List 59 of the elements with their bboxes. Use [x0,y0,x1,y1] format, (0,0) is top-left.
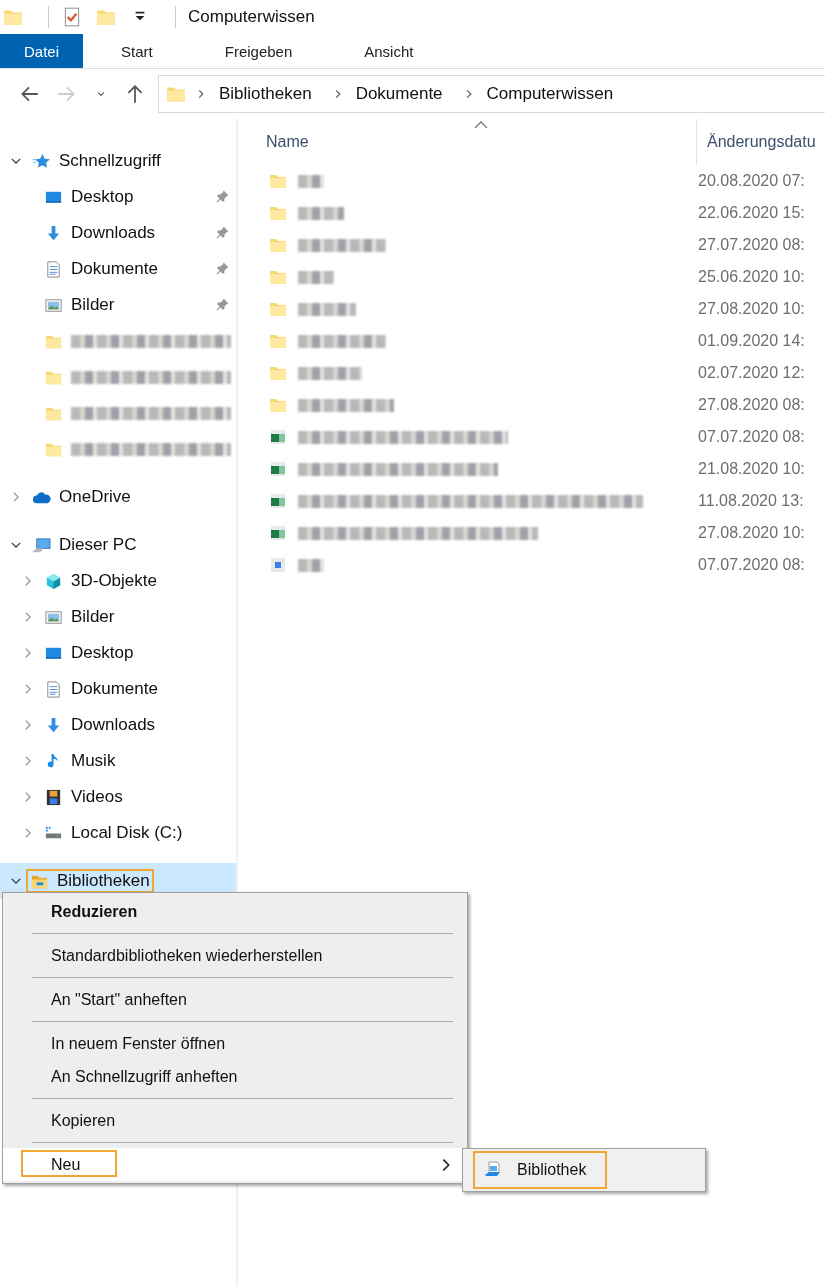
date-cell: 27.08.2020 10: [698,524,805,542]
film-strip-icon [44,787,63,807]
date-cell: 27.08.2020 08: [698,396,805,414]
spreadsheet-icon [268,459,288,479]
menu-item[interactable]: An Schnellzugriff anheften [3,1060,467,1093]
spreadsheet-icon [268,523,288,543]
tree-item[interactable]: OneDrive [59,487,131,507]
menu-item[interactable]: An "Start" anheften [3,983,467,1016]
tree-item[interactable]: Bilder [71,295,115,315]
date-cell: 11.08.2020 13: [698,492,804,510]
blurred-text [298,302,356,316]
tree-item[interactable]: Dokumente [71,679,158,699]
file-icon [268,555,288,575]
tree-item[interactable]: Schnellzugriff [59,151,161,171]
document-icon [44,679,63,699]
blurred-text [298,174,324,188]
computer-icon [32,535,51,555]
date-cell: 02.07.2020 12: [698,364,805,382]
date-cell: 27.08.2020 10: [698,300,805,318]
column-header[interactable]: Änderungsdatu [696,119,816,165]
menu-item[interactable]: Standardbibliotheken wiederherstellen [3,939,467,972]
date-cell: 07.07.2020 08: [698,556,805,574]
blurred-text [298,206,344,220]
tree-item[interactable]: Videos [71,787,123,807]
column-header[interactable]: Name [266,119,696,165]
tree-item[interactable]: Local Disk (C:) [71,823,183,843]
menu-item[interactable]: In neuem Fenster öffnen [3,1027,467,1060]
date-cell: 22.06.2020 15: [698,204,805,222]
tree-item[interactable]: Downloads [71,223,156,243]
tree-item[interactable]: Bilder [71,607,115,627]
spreadsheet-icon [268,491,288,511]
tree-item[interactable]: Downloads [71,715,156,735]
window-title: Computerwissen [188,7,315,27]
breadcrumb[interactable]: Computerwissen [482,84,618,104]
tree-item[interactable]: 3D-Objekte [71,571,157,591]
date-cell: 01.09.2020 14: [698,332,805,350]
menu-item[interactable]: Kopieren [3,1104,467,1137]
ribbon-tab[interactable]: Datei [0,34,84,68]
date-cell: 27.07.2020 08: [698,236,805,254]
spreadsheet-icon [268,427,288,447]
tree-item[interactable]: Dokumente [71,259,158,279]
tree-item[interactable]: Musik [71,751,116,771]
date-cell: 07.07.2020 08: [698,428,805,446]
tree-item[interactable]: Desktop [71,187,134,207]
tree-item[interactable]: Desktop [71,643,134,663]
tree-item[interactable]: Bibliotheken [57,871,150,891]
date-cell: 20.08.2020 07: [698,172,805,190]
blurred-text [298,270,334,284]
blurred-text [298,366,362,380]
breadcrumb[interactable]: Bibliotheken [215,84,316,104]
date-cell: 21.08.2020 10: [698,460,805,478]
breadcrumb[interactable]: Dokumente [351,84,447,104]
date-cell: 25.06.2020 10: [698,268,805,286]
cube-icon [44,571,63,591]
document-icon [44,259,63,279]
tree-item[interactable]: Dieser PC [59,535,137,555]
blurred-text [298,558,324,572]
menu-item[interactable]: Bibliothek [475,1153,605,1187]
address-bar[interactable]: Bibliotheken Dokumente Computerwissen [158,75,825,113]
